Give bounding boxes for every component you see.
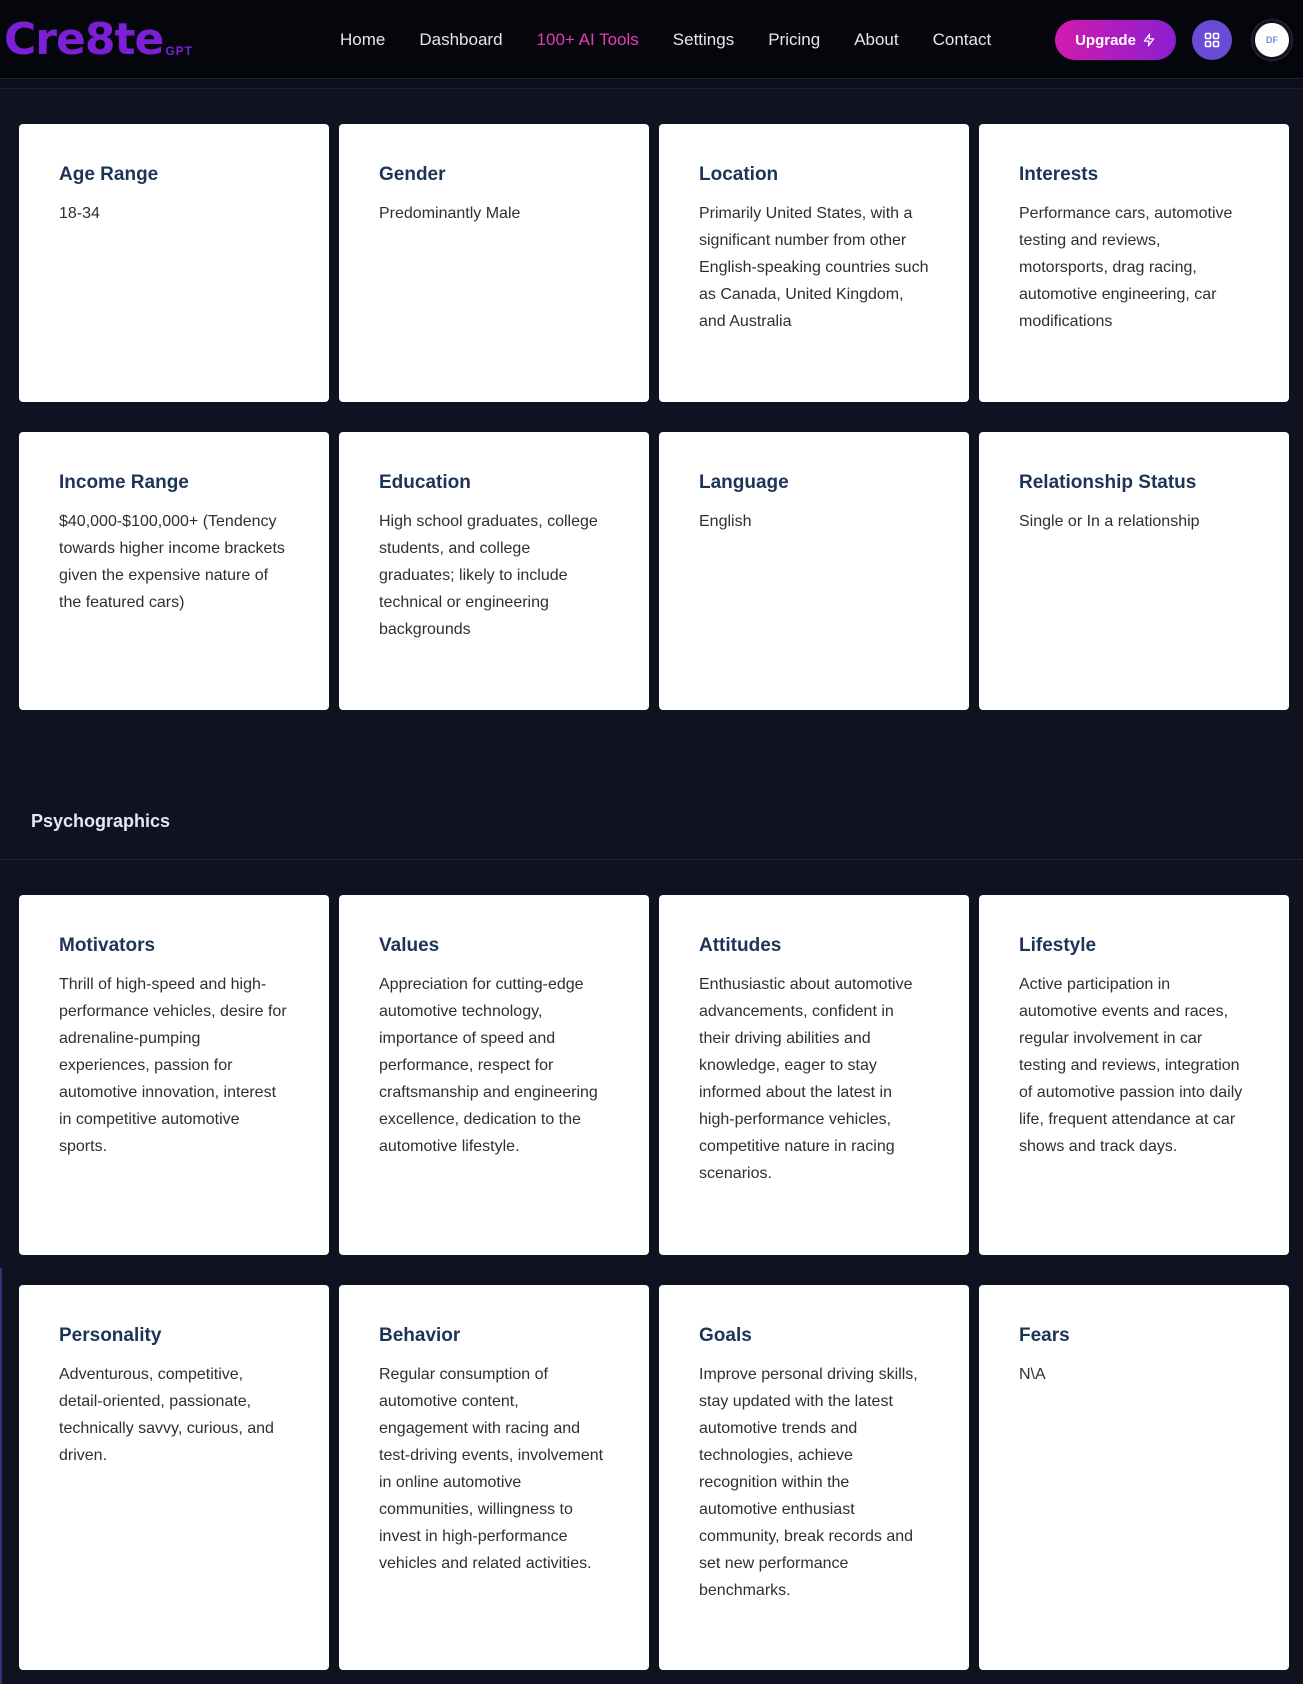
card-text: Predominantly Male xyxy=(379,205,521,222)
card-title: Goals xyxy=(699,1325,752,1346)
card-title: Age Range xyxy=(59,164,159,185)
card-gender: Gender Predominantly Male xyxy=(339,124,649,402)
card-personality: Personality Adventurous, competitive, de… xyxy=(19,1285,329,1670)
scroll-accent-line xyxy=(0,1268,2,1684)
card-title: Fears xyxy=(1019,1325,1070,1346)
card-text: N\A xyxy=(1019,1366,1046,1383)
card-text: English xyxy=(699,513,752,530)
card-text: Appreciation for cutting-edge automotive… xyxy=(379,976,598,1155)
card-age-range: Age Range 18-34 xyxy=(19,124,329,402)
logo-wordmark: Cre8te xyxy=(4,14,164,65)
card-text: 18-34 xyxy=(59,205,100,222)
main-nav: Home Dashboard 100+ AI Tools Settings Pr… xyxy=(340,0,1025,79)
card-text: Thrill of high-speed and high-performanc… xyxy=(59,976,287,1155)
upgrade-button[interactable]: Upgrade xyxy=(1055,20,1176,60)
card-text: Active participation in automotive event… xyxy=(1019,976,1243,1155)
psychographics-grid: Motivators Thrill of high-speed and high… xyxy=(19,895,1289,1670)
nav-ai-tools[interactable]: 100+ AI Tools xyxy=(537,30,639,50)
nav-pricing[interactable]: Pricing xyxy=(768,30,820,50)
card-text: $40,000-$100,000+ (Tendency towards high… xyxy=(59,513,285,611)
card-title: Motivators xyxy=(59,935,156,956)
upgrade-label: Upgrade xyxy=(1075,31,1136,49)
grid-icon xyxy=(1204,32,1220,48)
card-title: Education xyxy=(379,472,471,493)
card-text: Regular consumption of automotive conten… xyxy=(379,1366,604,1572)
nav-settings[interactable]: Settings xyxy=(673,30,734,50)
header-strip xyxy=(0,79,1303,89)
card-title: Language xyxy=(699,472,789,493)
card-title: Interests xyxy=(1019,164,1099,185)
nav-dashboard[interactable]: Dashboard xyxy=(419,30,502,50)
user-avatar[interactable]: DF xyxy=(1252,20,1292,60)
card-interests: Interests Performance cars, automotive t… xyxy=(979,124,1289,402)
card-title: Income Range xyxy=(59,472,189,493)
nav-contact[interactable]: Contact xyxy=(933,30,992,50)
card-title: Personality xyxy=(59,1325,162,1346)
card-text: Enthusiastic about automotive advancemen… xyxy=(699,976,913,1182)
card-relationship-status: Relationship Status Single or In a relat… xyxy=(979,432,1289,710)
card-language: Language English xyxy=(659,432,969,710)
card-fears: Fears N\A xyxy=(979,1285,1289,1670)
card-title: Attitudes xyxy=(699,935,782,956)
card-lifestyle: Lifestyle Active participation in automo… xyxy=(979,895,1289,1255)
demographics-grid: Age Range 18-34 Gender Predominantly Mal… xyxy=(19,124,1289,710)
section-divider xyxy=(0,859,1303,860)
card-text: Single or In a relationship xyxy=(1019,513,1200,530)
card-text: Primarily United States, with a signific… xyxy=(699,205,929,330)
logo-suffix: GPT xyxy=(165,44,193,58)
card-location: Location Primarily United States, with a… xyxy=(659,124,969,402)
avatar-initials: DF xyxy=(1266,35,1278,45)
card-title: Lifestyle xyxy=(1019,935,1097,956)
card-text: Improve personal driving skills, stay up… xyxy=(699,1366,918,1599)
card-values: Values Appreciation for cutting-edge aut… xyxy=(339,895,649,1255)
card-title: Values xyxy=(379,935,440,956)
card-text: High school graduates, college students,… xyxy=(379,513,598,638)
nav-about[interactable]: About xyxy=(854,30,898,50)
apps-grid-button[interactable] xyxy=(1192,20,1232,60)
psychographics-heading: Psychographics xyxy=(31,811,171,831)
brand-logo[interactable]: Cre8te GPT xyxy=(4,14,193,64)
card-title: Behavior xyxy=(379,1325,461,1346)
top-navbar: Cre8te GPT Home Dashboard 100+ AI Tools … xyxy=(0,0,1303,79)
card-income-range: Income Range $40,000-$100,000+ (Tendency… xyxy=(19,432,329,710)
card-text: Performance cars, automotive testing and… xyxy=(1019,205,1233,330)
nav-home[interactable]: Home xyxy=(340,30,385,50)
card-title: Gender xyxy=(379,164,446,185)
card-education: Education High school graduates, college… xyxy=(339,432,649,710)
card-behavior: Behavior Regular consumption of automoti… xyxy=(339,1285,649,1670)
card-title: Relationship Status xyxy=(1019,472,1197,493)
card-attitudes: Attitudes Enthusiastic about automotive … xyxy=(659,895,969,1255)
lightning-icon xyxy=(1143,33,1155,47)
card-text: Adventurous, competitive, detail-oriente… xyxy=(59,1366,274,1464)
card-goals: Goals Improve personal driving skills, s… xyxy=(659,1285,969,1670)
card-motivators: Motivators Thrill of high-speed and high… xyxy=(19,895,329,1255)
card-title: Location xyxy=(699,164,779,185)
